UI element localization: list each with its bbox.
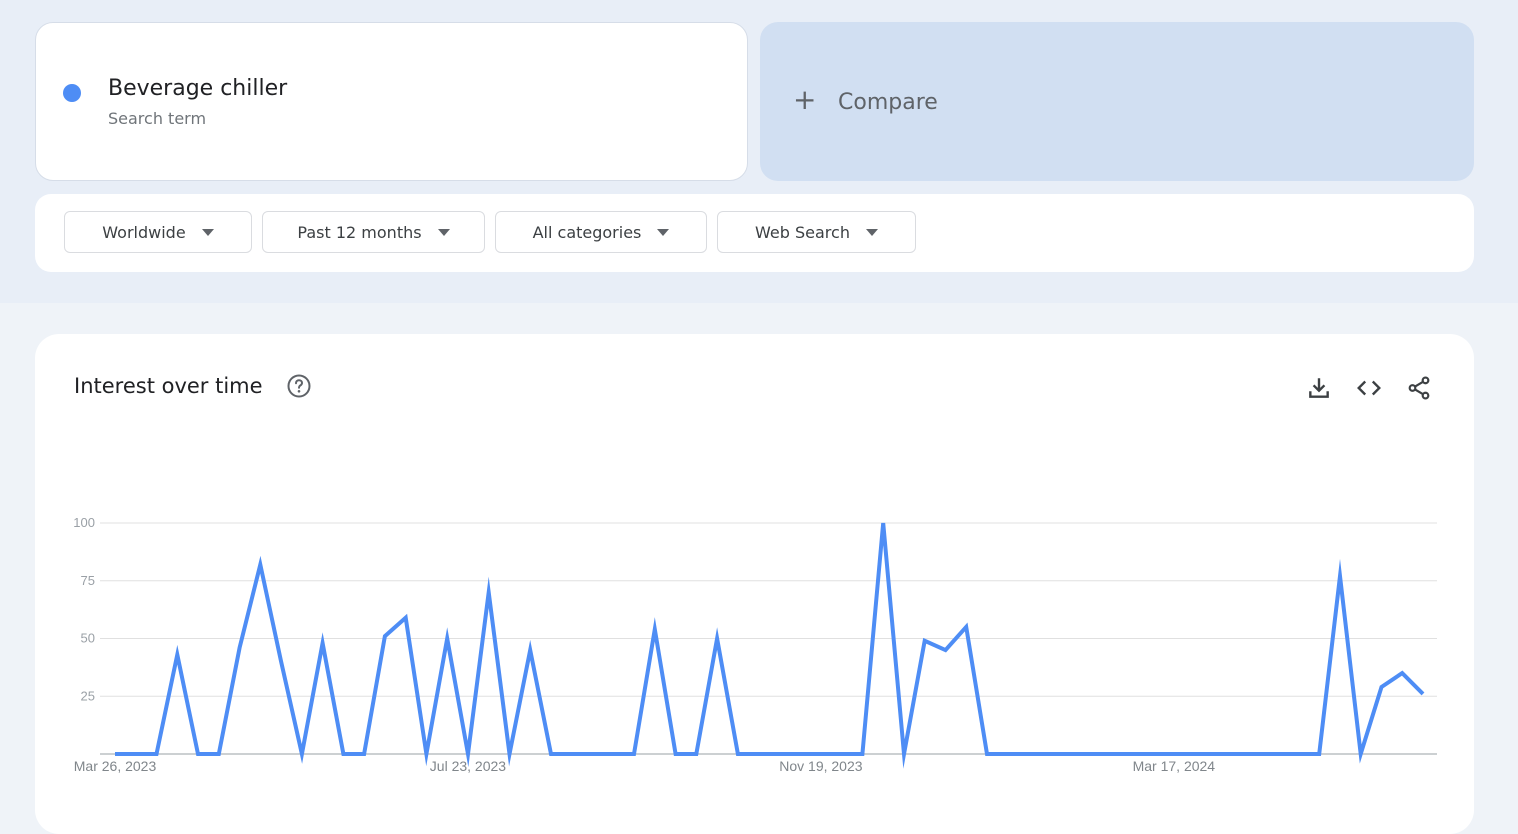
chevron-down-icon — [865, 228, 878, 236]
category-filter[interactable]: All categories — [495, 211, 707, 253]
chevron-down-icon — [201, 228, 214, 236]
interest-line-chart: 255075100Mar 26, 2023 Jul 23, 2023 Nov 19,… — [73, 515, 1437, 774]
plus-icon: + — [793, 83, 817, 116]
time-filter[interactable]: Past 12 months — [262, 211, 485, 253]
x-tick-label: Mar 17, 2024 — [1133, 758, 1216, 774]
x-tick-label: Nov 19, 2023 — [779, 758, 862, 774]
y-tick-label: 25 — [81, 688, 95, 703]
region-filter[interactable]: Worldwide — [64, 211, 252, 253]
filters-bar: Worldwide Past 12 months All categories … — [35, 194, 1474, 272]
interest-over-time-card: Interest over time 25 50 75 100 Mar 26, 2023… — [35, 334, 1474, 834]
chevron-down-icon — [657, 228, 670, 236]
time-filter-label: Past 12 months — [297, 222, 422, 242]
y-tick-label: 100 — [73, 515, 95, 530]
series-color-dot — [63, 84, 81, 102]
y-tick-label: 75 — [81, 573, 95, 588]
y-tick-label: 50 — [81, 631, 95, 646]
category-filter-label: All categories — [532, 222, 642, 242]
compare-button[interactable]: + Compare — [760, 22, 1474, 181]
search-term-subtitle: Search term — [108, 109, 207, 128]
search-term-card[interactable]: Beverage chiller Search term — [35, 22, 748, 181]
property-filter-label: Web Search — [755, 222, 850, 242]
x-tick-label: Mar 26, 2023 — [74, 758, 157, 774]
property-filter[interactable]: Web Search — [717, 211, 916, 253]
region-filter-label: Worldwide — [102, 222, 186, 242]
compare-label: Compare — [838, 90, 938, 115]
chevron-down-icon — [437, 228, 450, 236]
search-term-name[interactable]: Beverage chiller — [108, 76, 287, 101]
